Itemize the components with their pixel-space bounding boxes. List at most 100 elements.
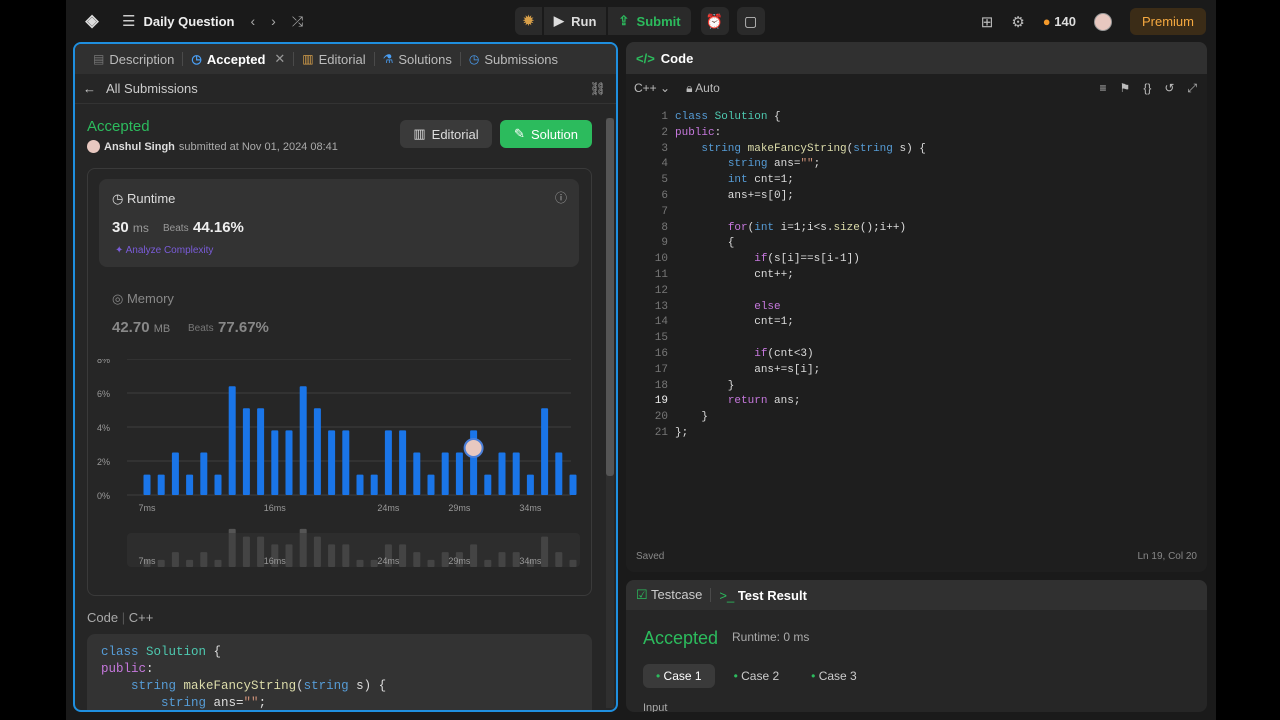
username[interactable]: Anshul Singh (104, 141, 175, 153)
close-icon[interactable]: ✕ (274, 51, 285, 67)
prev-problem-icon[interactable]: ‹ (250, 13, 255, 29)
all-submissions-bar[interactable]: ← All Submissions ⛓ (75, 74, 616, 104)
chart-bar (384, 430, 392, 495)
overview-tick-label: 24ms (377, 556, 400, 566)
timer-icon[interactable]: ⏰ (700, 7, 729, 35)
layout-grid-icon[interactable]: ⊞ (981, 13, 994, 31)
shuffle-icon[interactable]: ⤮ (292, 13, 303, 30)
info-icon[interactable]: ⓘ (555, 189, 567, 206)
runtime-beats: 44.16% (193, 219, 244, 236)
run-button[interactable]: ▶ Run (543, 7, 607, 35)
tab-label: Solutions (398, 51, 452, 67)
y-tick-label: 6% (97, 389, 110, 399)
flame-icon: ● (1042, 14, 1051, 29)
language-select[interactable]: C++ ⌄ (634, 81, 670, 95)
result-panel: ☑ Testcase >_ Test Result Accepted Runti… (626, 580, 1207, 712)
x-tick-label: 34ms (519, 503, 542, 513)
bookmark-icon[interactable]: ⚑ (1120, 81, 1131, 96)
x-tick-label: 7ms (138, 503, 156, 513)
chart-bar (356, 474, 364, 495)
overview-tick-label: 7ms (138, 556, 156, 566)
premium-button[interactable]: Premium (1129, 8, 1206, 35)
back-arrow-icon[interactable]: ← (83, 81, 96, 96)
daily-question-title[interactable]: Daily Question (143, 14, 234, 29)
user-avatar[interactable] (87, 140, 100, 153)
checkbox-icon: ☑ (636, 587, 648, 602)
tab-submissions[interactable]: ◷ Submissions (461, 52, 566, 67)
runtime-unit: ms (132, 221, 149, 235)
code-panel-header: </> Code (626, 42, 1207, 74)
tab-solutions[interactable]: ⚗ Solutions (375, 52, 460, 67)
tab-label: Description (109, 51, 175, 67)
case-label: Case 1 (663, 669, 702, 683)
tab-label: Submissions (484, 51, 559, 67)
result-runtime: Runtime: 0 ms (732, 630, 810, 644)
streak-counter[interactable]: ● 140 (1043, 14, 1076, 29)
memory-unit: MB (153, 323, 171, 335)
case-1-tab[interactable]: • Case 1 (643, 664, 715, 688)
code-panel: </> Code C++ ⌄ 🔒︎ Auto ≡ ⚑ {} ↺ ⤢ 1234567… (626, 42, 1207, 572)
case-label: Case 2 (741, 669, 780, 683)
case-2-tab[interactable]: • Case 2 (721, 664, 793, 688)
debug-button[interactable]: ✹ (515, 7, 542, 35)
solution-button[interactable]: ✎ Solution (500, 120, 592, 148)
tab-description[interactable]: ▤ Description (85, 52, 182, 67)
test-result-label: Test Result (737, 587, 807, 603)
submission-time: submitted at Nov 01, 2024 08:41 (178, 140, 338, 153)
tab-editorial[interactable]: ▥ Editorial (294, 52, 373, 67)
beats-label: Beats (163, 223, 189, 234)
cursor-position: Ln 19, Col 20 (1137, 551, 1198, 562)
case-3-tab[interactable]: • Case 3 (798, 664, 870, 688)
braces-icon[interactable]: {} (1143, 81, 1151, 96)
tab-accepted[interactable]: ◷ Accepted ✕ (183, 51, 293, 67)
scroll-thumb[interactable] (606, 118, 614, 476)
submit-button[interactable]: ⇪ Submit (608, 7, 691, 35)
streak-count: 140 (1054, 14, 1076, 29)
link-icon[interactable]: ⛓ (589, 81, 606, 97)
submitted-code[interactable]: class Solution { public: string makeFanc… (87, 634, 592, 710)
runtime-header: ◷ Runtime (112, 191, 176, 206)
auto-mode[interactable]: 🔒︎ Auto (686, 81, 720, 96)
avatar[interactable] (1093, 12, 1112, 31)
chart-bar (441, 452, 449, 495)
memory-value: 42.70 MB (112, 319, 170, 336)
chart-bar (399, 430, 407, 495)
runtime-number: 30 (112, 219, 129, 236)
leetcode-logo-icon[interactable]: ◈ (82, 11, 102, 31)
runtime-label: Runtime (126, 191, 176, 206)
run-label: Run (571, 13, 597, 29)
chart-bar (413, 452, 421, 495)
expand-icon[interactable]: ⤢ (1187, 81, 1197, 96)
reset-icon[interactable]: ↺ (1164, 81, 1174, 96)
y-tick-label: 0% (97, 491, 110, 501)
testcase-label: Testcase (651, 587, 703, 602)
runtime-card[interactable]: ◷ Runtime ⓘ 30 ms Beats 44.16% ✦ Analyze… (99, 179, 579, 267)
submit-label: Submit (636, 13, 681, 29)
runtime-distribution-chart[interactable]: 0% 2% 4% 6% 8% 7ms 7ms 16ms 16ms 24ms 24ms 29ms 29ms… (88, 359, 593, 599)
gear-icon[interactable]: ⚙ (1011, 13, 1024, 31)
editor-toolbar: C++ ⌄ 🔒︎ Auto ≡ ⚑ {} ↺ ⤢ (626, 74, 1207, 102)
solution-label: Solution (530, 126, 578, 142)
format-icon[interactable]: ≡ (1100, 81, 1107, 96)
editorial-button[interactable]: ▥ Editorial (400, 120, 492, 148)
tab-test-result[interactable]: >_ Test Result (719, 588, 807, 603)
analyze-complexity-link[interactable]: ✦ Analyze Complexity (115, 245, 213, 256)
result-status: Accepted (643, 628, 719, 648)
chart-bar (313, 408, 321, 495)
code-content[interactable]: class Solution { public: string makeFanc… (675, 110, 926, 442)
code-editor[interactable]: 1 2 3 4 5 6 7 8 9 10 11 12 13 14 15 16 17 18 19 20 21 class … (626, 108, 1207, 548)
tab-testcase[interactable]: ☑ Testcase (636, 587, 702, 603)
left-scrollbar[interactable] (606, 118, 614, 708)
beats-label: Beats (188, 323, 214, 334)
memory-beats: 77.67% (218, 319, 269, 336)
chart-bar (242, 408, 250, 495)
leetcode-app: ◈ ☰ Daily Question ‹ › ⤮ ✹ ▶ Run ⇪ Submi… (66, 0, 1216, 720)
notes-icon[interactable]: ▢ (736, 7, 765, 35)
all-submissions-link[interactable]: All Submissions (106, 81, 198, 96)
runtime-value: 30 ms (112, 219, 149, 236)
panel-tabs: ▤ Description ◷ Accepted ✕ ▥ Editorial ⚗ Solu… (75, 44, 616, 74)
top-bar: ◈ ☰ Daily Question ‹ › ⤮ ✹ ▶ Run ⇪ Submi… (66, 0, 1216, 42)
y-tick-label: 2% (97, 457, 110, 467)
next-problem-icon[interactable]: › (271, 13, 276, 29)
problem-list-icon[interactable]: ☰ (122, 12, 135, 30)
